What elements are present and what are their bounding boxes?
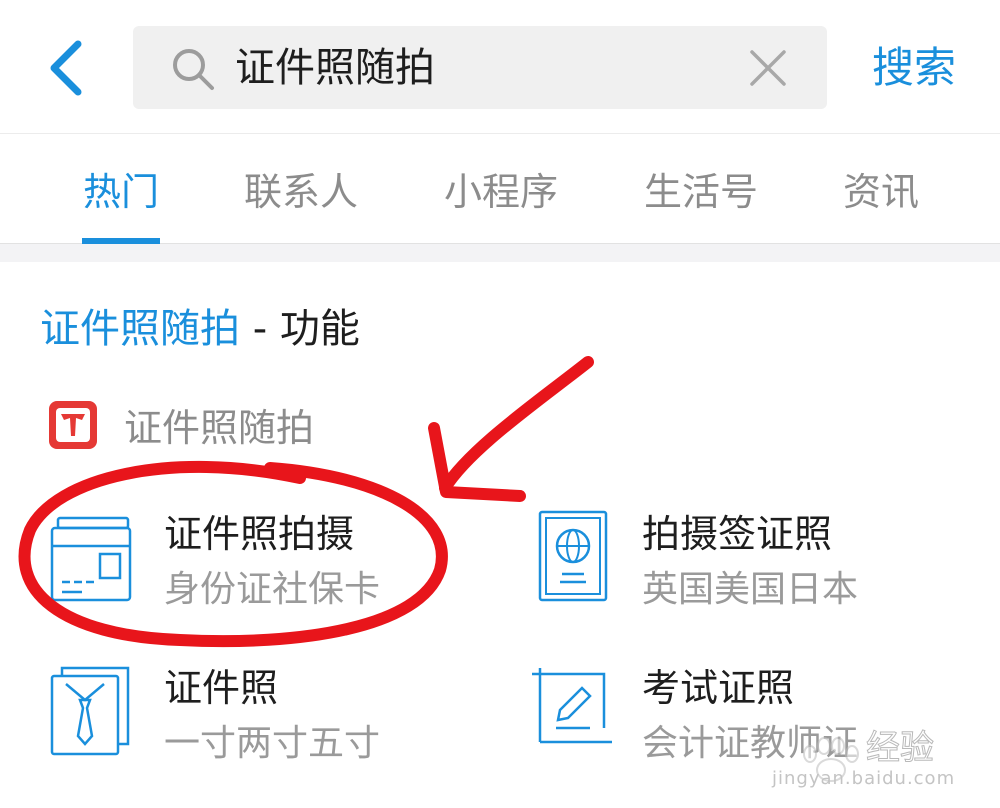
tab-news[interactable]: 资讯 bbox=[832, 164, 930, 220]
service-subtitle: 一寸两寸五寸 bbox=[164, 723, 381, 764]
close-icon bbox=[750, 50, 786, 86]
tab-bar: 热门 联系人 小程序 生活号 资讯 bbox=[0, 134, 1000, 244]
service-subtitle: 英国美国日本 bbox=[642, 569, 859, 610]
app-name[interactable]: 证件照随拍 bbox=[124, 402, 314, 454]
tab-mini-programs[interactable]: 小程序 bbox=[436, 164, 566, 220]
suit-tie-icon bbox=[50, 666, 130, 756]
tab-life-accounts[interactable]: 生活号 bbox=[636, 164, 766, 220]
id-card-icon bbox=[50, 516, 132, 602]
tie-logo-icon[interactable] bbox=[48, 400, 98, 450]
service-subtitle: 身份证社保卡 bbox=[164, 569, 381, 610]
edit-certificate-icon bbox=[532, 668, 612, 744]
tab-hot[interactable]: 热门 bbox=[70, 164, 172, 220]
service-title: 拍摄签证照 bbox=[642, 512, 833, 556]
search-submit-button[interactable]: 搜索 bbox=[858, 38, 970, 98]
watermark-url: jingyan.baidu.com bbox=[772, 768, 956, 789]
search-icon bbox=[173, 49, 214, 90]
service-title: 证件照拍摄 bbox=[164, 512, 355, 556]
tab-contacts[interactable]: 联系人 bbox=[236, 164, 366, 220]
service-standard-photo[interactable]: 证件照 一寸两寸五寸 bbox=[48, 662, 468, 782]
watermark-text: 经验 bbox=[866, 728, 935, 769]
search-query-text[interactable]: 证件照随拍 bbox=[235, 40, 435, 96]
section-title: 证件照随拍 - 功能 bbox=[40, 300, 360, 358]
service-title: 证件照 bbox=[164, 666, 279, 710]
service-id-photo[interactable]: 证件照拍摄 身份证社保卡 bbox=[48, 508, 468, 628]
service-visa-photo[interactable]: 拍摄签证照 英国美国日本 bbox=[530, 508, 960, 628]
back-button[interactable] bbox=[40, 36, 96, 100]
service-title: 考试证照 bbox=[642, 666, 795, 710]
section-keyword: 证件照随拍 bbox=[40, 306, 240, 352]
section-suffix: - 功能 bbox=[240, 306, 360, 352]
annotation-arrow-shaft bbox=[439, 356, 594, 494]
chevron-left-icon bbox=[50, 40, 82, 96]
section-divider bbox=[0, 244, 1000, 262]
clear-button[interactable] bbox=[748, 48, 788, 88]
passport-icon bbox=[538, 510, 608, 602]
annotation-arrow-head bbox=[428, 422, 526, 502]
